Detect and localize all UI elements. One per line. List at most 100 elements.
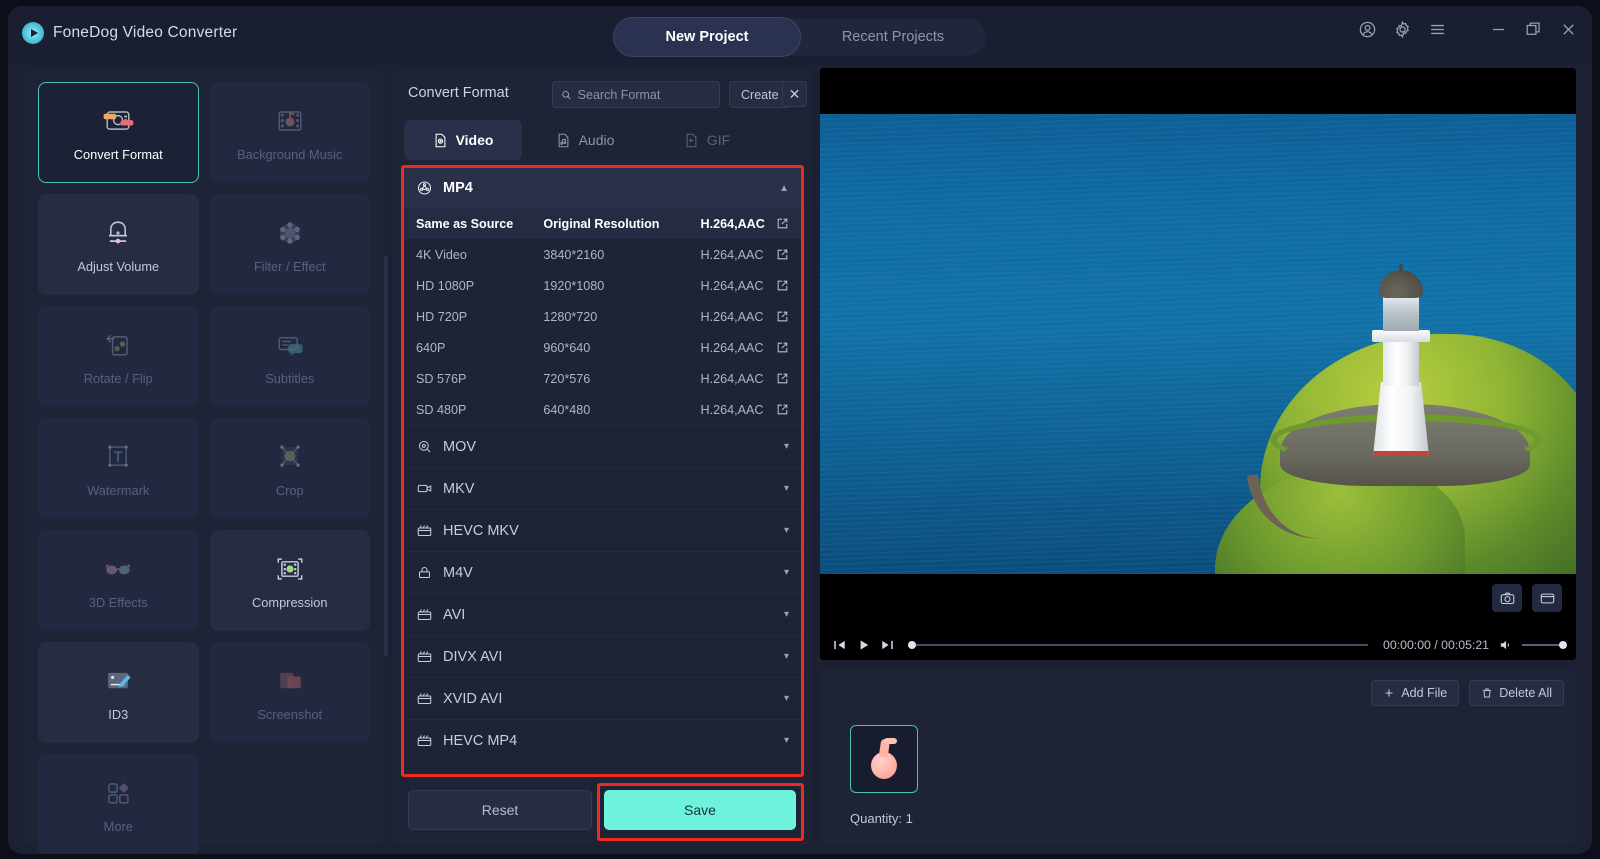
file-thumbnail[interactable] (850, 725, 918, 793)
panel-scrollbar[interactable] (384, 256, 388, 656)
save-button[interactable]: Save (604, 790, 796, 830)
format-group-m4v[interactable]: M4V ▾ (404, 551, 801, 593)
delete-all-button[interactable]: Delete All (1469, 680, 1564, 706)
restore-icon[interactable] (1524, 20, 1543, 39)
chevron-down-icon[interactable]: ▾ (784, 609, 789, 620)
format-group-xvid-avi[interactable]: XVID AVI ▾ (404, 677, 801, 719)
resolution-row[interactable]: 4K Video 3840*2160 H.264,AAC (404, 239, 801, 270)
resolution-quality: 640P (416, 340, 446, 355)
lock-icon (419, 567, 430, 578)
format-group-name: MP4 (443, 180, 473, 196)
format-group-mp4-header[interactable]: MP4 ▲ (404, 168, 801, 208)
prev-icon[interactable] (832, 638, 847, 652)
volume-icon[interactable] (1498, 638, 1513, 652)
resolution-quality: SD 480P (416, 402, 467, 417)
sidebar-label: 3D Effects (88, 594, 148, 610)
resolution-value: 3840*2160 (543, 247, 605, 262)
lighthouse-body (1383, 338, 1419, 386)
chevron-down-icon[interactable]: ▾ (784, 651, 789, 662)
next-icon[interactable] (880, 638, 895, 652)
format-group-mkv[interactable]: MKV ▾ (404, 467, 801, 509)
snapshot-button[interactable] (1492, 584, 1522, 612)
add-file-label: Add File (1401, 686, 1448, 700)
menu-icon[interactable] (1428, 20, 1447, 39)
sidebar-item-crop[interactable]: Crop (209, 418, 370, 519)
sidebar-label: Watermark (87, 482, 150, 498)
clapper-icon (417, 525, 432, 536)
add-file-button[interactable]: Add File (1371, 680, 1460, 706)
chevron-up-icon[interactable]: ▲ (779, 183, 789, 194)
chevron-down-icon[interactable]: ▾ (784, 693, 789, 704)
resolution-row[interactable]: SD 480P 640*480 H.264,AAC (404, 394, 801, 425)
app-logo-icon (22, 22, 44, 44)
clip-button[interactable] (1532, 584, 1562, 612)
edit-icon[interactable] (776, 248, 789, 261)
tab-audio[interactable]: Audio (526, 120, 644, 160)
close-icon[interactable] (1559, 20, 1578, 39)
compression-icon (277, 557, 303, 580)
film-reel-icon (417, 181, 432, 195)
close-panel-button[interactable]: ✕ (782, 81, 807, 107)
resolution-row[interactable]: HD 1080P 1920*1080 H.264,AAC (404, 270, 801, 301)
balloon-thumbnail-icon (869, 738, 899, 779)
play-icon[interactable] (856, 638, 871, 652)
sidebar-item-screenshot[interactable]: Screenshot (209, 642, 370, 743)
sidebar-item-id3[interactable]: ID3 (38, 642, 199, 743)
tab-video[interactable]: Video (404, 120, 522, 160)
resolution-row-selected[interactable]: Same as Source Original Resolution H.264… (404, 208, 801, 239)
format-group-mov[interactable]: MOV ▾ (404, 425, 801, 467)
format-name: HEVC MKV (443, 522, 519, 539)
chevron-down-icon[interactable]: ▾ (784, 567, 789, 578)
format-group-divx-avi[interactable]: DIVX AVI ▾ (404, 635, 801, 677)
clapper-icon (417, 609, 432, 620)
sidebar-item-3d-effects[interactable]: 3D Effects (38, 530, 199, 631)
minimize-icon[interactable] (1489, 20, 1508, 39)
search-icon (562, 90, 571, 99)
gear-icon[interactable] (1393, 20, 1412, 39)
edit-icon[interactable] (776, 372, 789, 385)
volume-slider[interactable] (1522, 641, 1567, 649)
format-group-avi[interactable]: AVI ▾ (404, 593, 801, 635)
search-format-box[interactable] (552, 81, 720, 108)
resolution-codec: H.264,AAC (700, 247, 764, 262)
sidebar-item-more[interactable]: More (38, 754, 199, 854)
edit-icon[interactable] (776, 341, 789, 354)
sidebar-item-subtitles[interactable]: Subtitles (209, 306, 370, 407)
volume-handle[interactable] (1559, 641, 1567, 649)
chevron-down-icon[interactable]: ▾ (784, 525, 789, 536)
sidebar-item-filter-effect[interactable]: Filter / Effect (209, 194, 370, 295)
format-group-hevc-mp4[interactable]: HEVC MP4 ▾ (404, 719, 801, 761)
resolution-row[interactable]: 640P 960*640 H.264,AAC (404, 332, 801, 363)
sidebar-item-compression[interactable]: Compression (209, 530, 370, 631)
progress-handle[interactable] (908, 641, 916, 649)
chevron-down-icon[interactable]: ▾ (784, 735, 789, 746)
sidebar-item-background-music[interactable]: Background Music (209, 82, 370, 183)
edit-icon[interactable] (776, 310, 789, 323)
edit-icon[interactable] (776, 279, 789, 292)
search-input[interactable] (577, 87, 711, 102)
edit-icon[interactable] (776, 403, 789, 416)
resolution-row[interactable]: SD 576P 720*576 H.264,AAC (404, 363, 801, 394)
convert-format-panel: Convert Format Create ✕ Video (392, 68, 812, 846)
format-list[interactable]: MP4 ▲ Same as Source Original Resolution… (404, 168, 801, 774)
account-icon[interactable] (1358, 20, 1377, 39)
video-preview[interactable] (820, 68, 1576, 660)
sidebar-label: Compression (252, 594, 328, 610)
sidebar-item-adjust-volume[interactable]: Adjust Volume (38, 194, 199, 295)
format-group-hevc-mkv[interactable]: HEVC MKV ▾ (404, 509, 801, 551)
chevron-down-icon[interactable]: ▾ (784, 441, 789, 452)
chevron-down-icon[interactable]: ▾ (784, 483, 789, 494)
progress-slider[interactable] (908, 641, 1369, 649)
edit-icon[interactable] (776, 217, 789, 230)
resolution-row[interactable]: HD 720P 1280*720 H.264,AAC (404, 301, 801, 332)
video-file-icon (435, 133, 445, 147)
sidebar-item-convert-format[interactable]: Convert Format (38, 82, 199, 183)
resolution-quality: HD 720P (416, 309, 468, 324)
tab-recent-projects[interactable]: Recent Projects (800, 18, 986, 56)
sidebar-item-rotate-flip[interactable]: Rotate / Flip (38, 306, 199, 407)
mov-icon (419, 441, 431, 453)
tab-gif[interactable]: GIF (648, 120, 766, 160)
sidebar-item-watermark[interactable]: T Watermark (38, 418, 199, 519)
tab-new-project[interactable]: New Project (614, 18, 800, 56)
reset-button[interactable]: Reset (408, 790, 592, 830)
